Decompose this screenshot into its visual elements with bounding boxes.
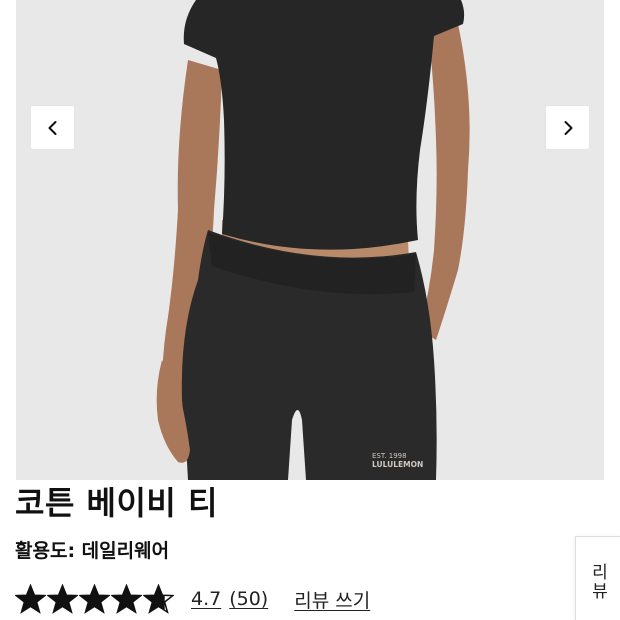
star-icon — [47, 584, 78, 614]
shorts-print-line1: EST. 1998 — [372, 452, 407, 460]
star-icon — [79, 584, 110, 614]
reviews-side-tab[interactable]: 리뷰 — [575, 536, 620, 620]
chevron-left-icon — [48, 120, 56, 135]
star-icon — [143, 584, 174, 614]
write-review-link[interactable]: 리뷰 쓰기 — [294, 586, 370, 613]
product-image-gallery[interactable]: EST. 1998 LULULEMON — [16, 0, 604, 480]
star-rating[interactable] — [15, 584, 175, 614]
product-page: EST. 1998 LULULEMON 코튼 베이비 티 활용도: 데일리웨어 … — [0, 0, 620, 620]
rating-row: 4.7 (50) 리뷰 쓰기 — [15, 582, 370, 616]
side-tab-label: 리뷰 — [587, 563, 608, 601]
star-icon — [15, 584, 46, 614]
previous-image-button[interactable] — [31, 106, 74, 149]
star-icon — [111, 584, 142, 614]
product-activity: 활용도: 데일리웨어 — [15, 540, 170, 562]
next-image-button[interactable] — [546, 106, 589, 149]
review-count-link[interactable]: (50) — [229, 588, 268, 610]
shorts-print-line2: LULULEMON — [372, 460, 423, 469]
chevron-right-icon — [564, 120, 572, 135]
product-title: 코튼 베이비 티 — [15, 484, 218, 522]
product-photo: EST. 1998 LULULEMON — [16, 0, 604, 480]
rating-value[interactable]: 4.7 — [191, 588, 221, 610]
